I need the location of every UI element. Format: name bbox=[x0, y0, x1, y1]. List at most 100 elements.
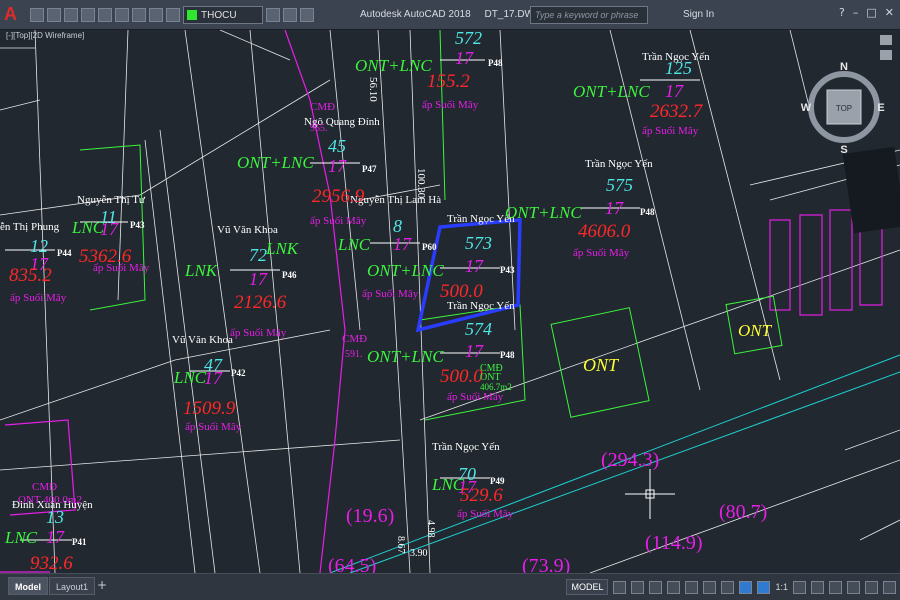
drawing-label-parcels[interactable]: 45 bbox=[328, 136, 346, 156]
bulb-icon[interactable] bbox=[166, 8, 180, 22]
compass-west[interactable]: W bbox=[801, 102, 812, 114]
drawing-label-cmd-labels[interactable]: CMĐ bbox=[342, 333, 367, 345]
drawing-label-ont-labels[interactable]: ONT bbox=[738, 321, 773, 340]
drawing-label-areas[interactable]: 529.6 bbox=[460, 485, 503, 506]
compass-south[interactable]: S bbox=[840, 144, 847, 156]
compass-east[interactable]: E bbox=[877, 102, 884, 114]
grid-icon[interactable] bbox=[613, 580, 627, 594]
drawing-label-p-codes[interactable]: P48 bbox=[488, 58, 503, 68]
drawing-label-sheets[interactable]: 17 bbox=[249, 269, 268, 289]
save-as-icon[interactable] bbox=[81, 8, 95, 22]
autocad-logo-icon[interactable]: A bbox=[4, 4, 24, 26]
layer-properties-icon[interactable] bbox=[283, 8, 297, 22]
drawing-label-names[interactable]: Trần Ngọc Yến bbox=[585, 158, 653, 170]
drawing-label-sheets[interactable]: 17 bbox=[455, 48, 474, 68]
customize-icon[interactable] bbox=[883, 580, 896, 594]
drawing-label-types[interactable]: ONT+LNC bbox=[367, 347, 444, 366]
maximize-icon[interactable]: □ bbox=[866, 6, 876, 19]
drawing-label-cmd-labels[interactable]: 955. bbox=[310, 123, 328, 134]
annotation-visibility-icon[interactable] bbox=[739, 580, 753, 594]
drawing-label-sheets[interactable]: 17 bbox=[665, 81, 684, 101]
drawing-label-road-labels[interactable]: (114.9) bbox=[645, 532, 703, 554]
drawing-label-p-codes[interactable]: P43 bbox=[500, 265, 515, 275]
drawing-label-hamlets[interactable]: ấp Suối Mây bbox=[457, 508, 514, 520]
drawing-label-types[interactable]: LNK bbox=[265, 239, 300, 258]
drawing-label-p-codes[interactable]: P42 bbox=[231, 368, 246, 378]
drawing-label-areas[interactable]: 2126.6 bbox=[234, 292, 287, 313]
drawing-label-hamlets[interactable]: ấp Suối Mây bbox=[447, 391, 504, 403]
drawing-label-hamlets[interactable]: ấp Suối Mây bbox=[93, 262, 150, 274]
drawing-label-parcels[interactable]: 574 bbox=[465, 319, 492, 339]
drawing-label-parcels[interactable]: 8 bbox=[393, 216, 402, 236]
save-icon[interactable] bbox=[64, 8, 78, 22]
drawing-label-types[interactable]: LNK bbox=[184, 261, 219, 280]
drawing-label-names[interactable]: ễn Thị Phung bbox=[0, 221, 60, 233]
drawing-label-p-codes[interactable]: P48 bbox=[640, 207, 655, 217]
redo-icon[interactable] bbox=[132, 8, 146, 22]
drawing-label-types[interactable]: ONT+LNC bbox=[237, 153, 314, 172]
drawing-label-hamlets[interactable]: ấp Suối Mây bbox=[10, 292, 67, 304]
drawing-label-areas[interactable]: 2632.7 bbox=[650, 101, 704, 122]
drawing-label-p-codes[interactable]: P47 bbox=[362, 164, 377, 174]
object-track-icon[interactable] bbox=[703, 580, 717, 594]
drawing-label-names[interactable]: Nguyễn Thị Tư bbox=[77, 194, 146, 206]
drawing-label-cmd-labels[interactable]: 591. bbox=[345, 349, 363, 360]
drawing-label-sheets[interactable]: 17 bbox=[204, 368, 223, 388]
drawing-label-dims[interactable]: 4.98 bbox=[425, 520, 436, 538]
drawing-label-hamlets[interactable]: ấp Suối Mây bbox=[230, 327, 287, 339]
drawing-label-areas[interactable]: 500.0 bbox=[440, 281, 483, 302]
drawing-label-hamlets[interactable]: ấp Suối Mây bbox=[310, 215, 367, 227]
close-icon[interactable]: ✕ bbox=[885, 6, 894, 19]
drawing-label-parcels[interactable]: 573 bbox=[465, 233, 492, 253]
lineweight-icon[interactable] bbox=[721, 580, 735, 594]
share-icon[interactable] bbox=[149, 8, 163, 22]
osnap-icon[interactable] bbox=[685, 580, 699, 594]
drawing-label-hamlets[interactable]: ấp Suối Mây bbox=[422, 99, 479, 111]
undo-icon[interactable] bbox=[115, 8, 129, 22]
drawing-label-hamlets[interactable]: ấp Suối Mây bbox=[362, 288, 419, 300]
drawing-label-dims[interactable]: 56.10 bbox=[367, 77, 379, 102]
drawing-label-road-labels[interactable]: (294.3) bbox=[601, 449, 659, 471]
search-input[interactable]: Type a keyword or phrase bbox=[530, 6, 648, 24]
drawing-label-p-codes[interactable]: P41 bbox=[72, 537, 87, 547]
drawing-label-parcels[interactable]: 125 bbox=[665, 58, 692, 78]
print-icon[interactable] bbox=[98, 8, 112, 22]
drawing-label-p-codes[interactable]: P46 bbox=[282, 270, 297, 280]
drawing-label-areas[interactable]: 1509.9 bbox=[183, 398, 236, 419]
drawing-label-cmd-labels[interactable]: CMĐ bbox=[310, 101, 335, 113]
nav-full-icon[interactable] bbox=[880, 50, 892, 60]
drawing-label-areas[interactable]: 2956.9 bbox=[312, 186, 365, 207]
dropdown-arrow-icon[interactable] bbox=[300, 8, 314, 22]
drawing-label-types[interactable]: LNC bbox=[173, 368, 207, 387]
drawing-label-parcels[interactable]: 575 bbox=[606, 175, 633, 195]
viewport-controls-label[interactable]: [-][Top][2D Wireframe] bbox=[6, 31, 84, 40]
drawing-label-p-codes[interactable]: P60 bbox=[422, 242, 437, 252]
add-icon[interactable] bbox=[811, 580, 824, 594]
open-file-icon[interactable] bbox=[47, 8, 61, 22]
tab-model[interactable]: Model bbox=[8, 577, 48, 595]
drawing-label-areas[interactable]: 4606.0 bbox=[578, 221, 631, 242]
drawing-label-sheets[interactable]: 17 bbox=[605, 198, 624, 218]
drawing-label-hamlets[interactable]: ấp Suối Mây bbox=[642, 125, 699, 137]
drawing-label-p-codes[interactable]: P49 bbox=[490, 476, 505, 486]
model-space-button[interactable]: MODEL bbox=[566, 579, 609, 595]
drawing-label-sheets[interactable]: 17 bbox=[46, 527, 65, 547]
drawing-label-areas[interactable]: 932.6 bbox=[30, 553, 73, 573]
add-layout-icon[interactable]: + bbox=[97, 578, 107, 592]
drawing-label-sheets[interactable]: 17 bbox=[465, 341, 484, 361]
drawing-label-p-codes[interactable]: P44 bbox=[57, 248, 72, 258]
hardware-accel-icon[interactable] bbox=[847, 580, 860, 594]
tab-layout1[interactable]: Layout1 bbox=[49, 577, 96, 595]
layer-state-icon[interactable] bbox=[266, 8, 280, 22]
drawing-canvas[interactable]: TOP N S E W Trần Ngọc YếnNgô Quang ĐínhT… bbox=[0, 30, 900, 573]
drawing-label-road-labels[interactable]: (73.9) bbox=[522, 555, 570, 573]
drawing-label-cmd-labels[interactable]: ONT 400.0m2 bbox=[18, 494, 82, 506]
drawing-label-parcels[interactable]: 12 bbox=[30, 236, 48, 256]
drawing-label-p-codes[interactable]: P48 bbox=[500, 350, 515, 360]
drawing-label-types[interactable]: LNC bbox=[4, 528, 38, 547]
ortho-icon[interactable] bbox=[649, 580, 663, 594]
annotation-scale[interactable]: 1:1 bbox=[775, 582, 788, 592]
drawing-label-ont-labels[interactable]: ONT bbox=[583, 355, 620, 375]
minimize-icon[interactable]: – bbox=[853, 6, 859, 19]
compass-north[interactable]: N bbox=[840, 61, 848, 73]
